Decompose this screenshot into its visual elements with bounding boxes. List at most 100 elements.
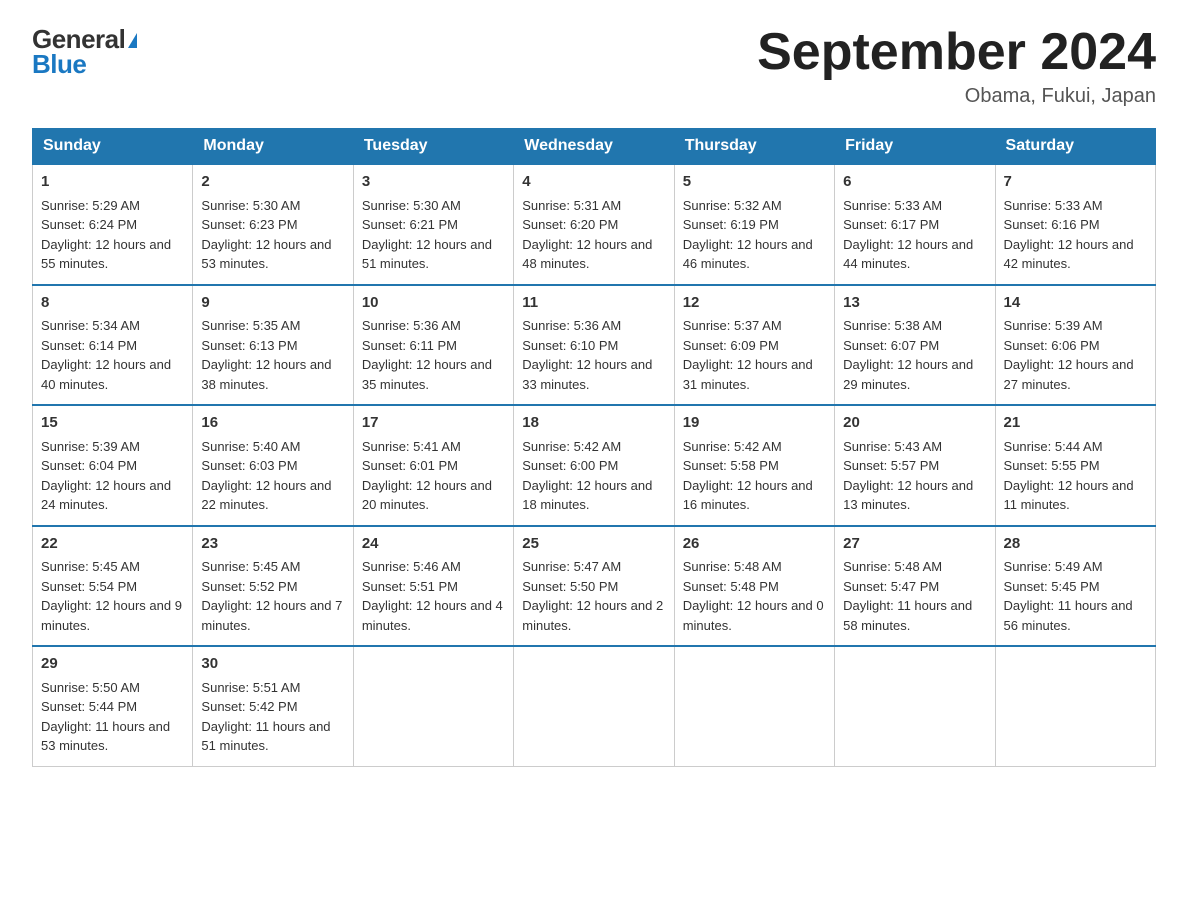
day-number: 18	[522, 412, 665, 435]
sunrise-text: Sunrise: 5:47 AM	[522, 559, 621, 574]
sunrise-text: Sunrise: 5:44 AM	[1004, 439, 1103, 454]
sunset-text: Sunset: 6:19 PM	[683, 217, 779, 232]
daylight-text: Daylight: 12 hours and 35 minutes.	[362, 357, 492, 392]
title-block: September 2024 Obama, Fukui, Japan	[757, 24, 1156, 108]
sunset-text: Sunset: 5:57 PM	[843, 458, 939, 473]
sunset-text: Sunset: 6:24 PM	[41, 217, 137, 232]
daylight-text: Daylight: 12 hours and 42 minutes.	[1004, 237, 1134, 272]
calendar-cell: 5Sunrise: 5:32 AMSunset: 6:19 PMDaylight…	[674, 164, 834, 285]
daylight-text: Daylight: 11 hours and 56 minutes.	[1004, 598, 1133, 633]
daylight-text: Daylight: 12 hours and 22 minutes.	[201, 478, 331, 513]
sunrise-text: Sunrise: 5:33 AM	[843, 198, 942, 213]
calendar-cell: 13 Sunrise: 5:38 AM Sunset: 6:07 PM Dayligh…	[835, 285, 995, 406]
sunset-text: Sunset: 5:48 PM	[683, 579, 779, 594]
sunset-text: Sunset: 5:55 PM	[1004, 458, 1100, 473]
sunset-text: Sunset: 6:03 PM	[201, 458, 297, 473]
sunrise-text: Sunrise: 5:39 AM	[41, 439, 140, 454]
calendar-cell: 28Sunrise: 5:49 AMSunset: 5:45 PMDayligh…	[995, 526, 1155, 647]
sunset-text: Sunset: 5:45 PM	[1004, 579, 1100, 594]
location-text: Obama, Fukui, Japan	[757, 85, 1156, 108]
daylight-text: Daylight: 12 hours and 29 minutes.	[843, 357, 973, 392]
header-thursday: Thursday	[674, 129, 834, 165]
sunrise-text: Sunrise: 5:42 AM	[683, 439, 782, 454]
sunrise-text: Sunrise: 5:31 AM	[522, 198, 621, 213]
day-number: 24	[362, 533, 505, 556]
daylight-text: Daylight: 11 hours and 51 minutes.	[201, 719, 330, 754]
daylight-text: Daylight: 12 hours and 16 minutes.	[683, 478, 813, 513]
calendar-cell: 8Sunrise: 5:34 AMSunset: 6:14 PMDaylight…	[33, 285, 193, 406]
calendar-week-2: 8Sunrise: 5:34 AMSunset: 6:14 PMDaylight…	[33, 285, 1156, 406]
calendar-header: SundayMondayTuesdayWednesdayThursdayFrid…	[33, 129, 1156, 165]
daylight-text: Daylight: 12 hours and 11 minutes.	[1004, 478, 1134, 513]
daylight-text: Daylight: 12 hours and 24 minutes.	[41, 478, 171, 513]
daylight-text: Daylight: 12 hours and 9 minutes.	[41, 598, 182, 633]
sunset-text: Sunset: 6:06 PM	[1004, 338, 1100, 353]
day-number: 12	[683, 292, 826, 315]
day-number: 30	[201, 653, 344, 676]
day-number: 14	[1004, 292, 1147, 315]
sunset-text: Sunset: 5:51 PM	[362, 579, 458, 594]
calendar-cell	[835, 646, 995, 766]
calendar-cell: 6Sunrise: 5:33 AMSunset: 6:17 PMDaylight…	[835, 164, 995, 285]
sunset-text: Sunset: 6:17 PM	[843, 217, 939, 232]
calendar-cell: 21 Sunrise: 5:44 AM Sunset: 5:55 PM Dayligh…	[995, 405, 1155, 526]
day-number: 29	[41, 653, 184, 676]
calendar-body: 1Sunrise: 5:29 AMSunset: 6:24 PMDaylight…	[33, 164, 1156, 766]
calendar-cell: 10Sunrise: 5:36 AMSunset: 6:11 PMDayligh…	[353, 285, 513, 406]
sunrise-text: Sunrise: 5:46 AM	[362, 559, 461, 574]
sunrise-text: Sunrise: 5:36 AM	[362, 318, 461, 333]
sunset-text: Sunset: 6:13 PM	[201, 338, 297, 353]
calendar-cell: 19Sunrise: 5:42 AMSunset: 5:58 PMDayligh…	[674, 405, 834, 526]
day-number: 3	[362, 171, 505, 194]
sunset-text: Sunset: 6:14 PM	[41, 338, 137, 353]
daylight-text: Daylight: 12 hours and 33 minutes.	[522, 357, 652, 392]
sunset-text: Sunset: 6:07 PM	[843, 338, 939, 353]
calendar-cell: 16Sunrise: 5:40 AMSunset: 6:03 PMDayligh…	[193, 405, 353, 526]
sunset-text: Sunset: 6:10 PM	[522, 338, 618, 353]
header-saturday: Saturday	[995, 129, 1155, 165]
sunrise-text: Sunrise: 5:45 AM	[41, 559, 140, 574]
calendar-cell: 23Sunrise: 5:45 AMSunset: 5:52 PMDayligh…	[193, 526, 353, 647]
sunset-text: Sunset: 6:01 PM	[362, 458, 458, 473]
header-friday: Friday	[835, 129, 995, 165]
sunrise-text: Sunrise: 5:34 AM	[41, 318, 140, 333]
daylight-text: Daylight: 12 hours and 46 minutes.	[683, 237, 813, 272]
daylight-text: Daylight: 12 hours and 13 minutes.	[843, 478, 973, 513]
day-number: 13	[843, 292, 986, 315]
calendar-cell: 4 Sunrise: 5:31 AM Sunset: 6:20 PM Daylight…	[514, 164, 674, 285]
sunrise-text: Sunrise: 5:35 AM	[201, 318, 300, 333]
sunset-text: Sunset: 5:58 PM	[683, 458, 779, 473]
day-number: 21	[1004, 412, 1147, 435]
sunset-text: Sunset: 5:54 PM	[41, 579, 137, 594]
calendar-week-3: 15Sunrise: 5:39 AMSunset: 6:04 PMDayligh…	[33, 405, 1156, 526]
calendar-week-4: 22Sunrise: 5:45 AMSunset: 5:54 PMDayligh…	[33, 526, 1156, 647]
sunrise-text: Sunrise: 5:45 AM	[201, 559, 300, 574]
daylight-text: Daylight: 12 hours and 48 minutes.	[522, 237, 652, 272]
sunrise-text: Sunrise: 5:38 AM	[843, 318, 942, 333]
sunset-text: Sunset: 6:20 PM	[522, 217, 618, 232]
calendar-cell: 29Sunrise: 5:50 AMSunset: 5:44 PMDayligh…	[33, 646, 193, 766]
sunrise-text: Sunrise: 5:40 AM	[201, 439, 300, 454]
sunset-text: Sunset: 6:16 PM	[1004, 217, 1100, 232]
sunrise-text: Sunrise: 5:30 AM	[362, 198, 461, 213]
day-number: 4	[522, 171, 665, 194]
daylight-text: Daylight: 12 hours and 7 minutes.	[201, 598, 342, 633]
page-header: General Blue September 2024 Obama, Fukui…	[32, 24, 1156, 108]
daylight-text: Daylight: 12 hours and 2 minutes.	[522, 598, 663, 633]
calendar-cell: 24Sunrise: 5:46 AMSunset: 5:51 PMDayligh…	[353, 526, 513, 647]
calendar-cell	[514, 646, 674, 766]
day-number: 20	[843, 412, 986, 435]
sunrise-text: Sunrise: 5:43 AM	[843, 439, 942, 454]
daylight-text: Daylight: 12 hours and 38 minutes.	[201, 357, 331, 392]
sunrise-text: Sunrise: 5:48 AM	[683, 559, 782, 574]
sunrise-text: Sunrise: 5:51 AM	[201, 680, 300, 695]
calendar-table: SundayMondayTuesdayWednesdayThursdayFrid…	[32, 128, 1156, 767]
calendar-cell: 2Sunrise: 5:30 AMSunset: 6:23 PMDaylight…	[193, 164, 353, 285]
daylight-text: Daylight: 11 hours and 53 minutes.	[41, 719, 170, 754]
sunset-text: Sunset: 5:47 PM	[843, 579, 939, 594]
calendar-cell: 9Sunrise: 5:35 AMSunset: 6:13 PMDaylight…	[193, 285, 353, 406]
calendar-cell: 11Sunrise: 5:36 AMSunset: 6:10 PMDayligh…	[514, 285, 674, 406]
calendar-cell: 18Sunrise: 5:42 AMSunset: 6:00 PMDayligh…	[514, 405, 674, 526]
header-row: SundayMondayTuesdayWednesdayThursdayFrid…	[33, 129, 1156, 165]
header-tuesday: Tuesday	[353, 129, 513, 165]
